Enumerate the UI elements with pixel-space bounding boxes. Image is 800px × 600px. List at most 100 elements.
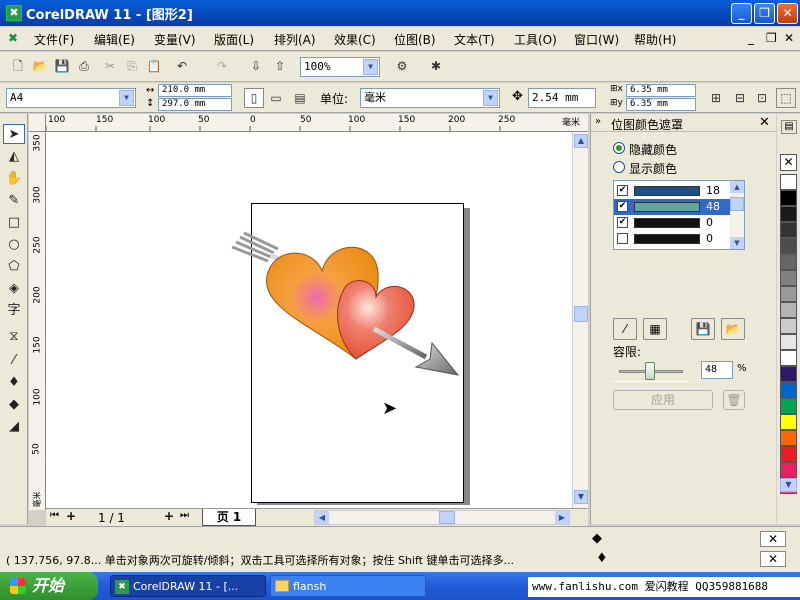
start-button[interactable]: 开始 xyxy=(0,572,98,600)
color-row[interactable]: ✔ 18 xyxy=(614,183,730,199)
menu-tools[interactable]: 工具(O) xyxy=(514,31,557,48)
delete-icon[interactable]: 🗑 xyxy=(723,390,745,410)
shape-tool-icon[interactable]: ◭ xyxy=(3,147,25,167)
vertical-ruler[interactable]: 350 300 250 200 150 100 50 毫米 xyxy=(29,132,46,510)
palette-swatch[interactable] xyxy=(780,366,797,382)
chevron-down-icon[interactable]: ▼ xyxy=(363,59,378,75)
pick-tool-icon[interactable]: ➤ xyxy=(3,124,25,144)
palette-swatch[interactable] xyxy=(780,302,797,318)
text-tool-icon[interactable]: 字 xyxy=(3,301,25,321)
export-icon[interactable]: ⇧ xyxy=(270,56,290,76)
first-page-icon[interactable]: ⏮ xyxy=(50,510,59,521)
nudge-field[interactable]: 2.54 mm xyxy=(528,88,596,108)
list-scroll-down-icon[interactable]: ▼ xyxy=(730,237,744,249)
page-tab[interactable]: 页 1 xyxy=(202,509,256,526)
drawing-canvas[interactable]: ➤ xyxy=(46,132,572,508)
scroll-thumb[interactable] xyxy=(574,306,588,322)
corel-online-icon[interactable]: ✱ xyxy=(426,56,446,76)
landscape-button[interactable]: ▭ xyxy=(266,88,286,108)
palette-scroll-down-icon[interactable]: ▼ xyxy=(780,478,797,492)
palette-swatch[interactable] xyxy=(780,318,797,334)
page-layout-icon[interactable]: ▤ xyxy=(290,88,310,108)
portrait-button[interactable]: ▯ xyxy=(244,88,264,108)
cut-icon[interactable]: ✂ xyxy=(100,56,120,76)
page-height-field[interactable]: 297.0 mm xyxy=(158,98,232,111)
outline-tool-icon[interactable]: ♦ xyxy=(3,373,25,393)
menu-file[interactable]: 文件(F) xyxy=(34,31,74,48)
outline-none-swatch[interactable]: ✕ xyxy=(760,551,786,567)
scroll-left-icon[interactable]: ◀ xyxy=(315,511,329,524)
color-list[interactable]: ✔ 18 ✔ 48 ✔ 0 0 ▲ ▼ xyxy=(613,180,745,250)
duplicate-y-field[interactable]: 6.35 mm xyxy=(626,98,696,111)
eyedropper-button[interactable]: ⁄ xyxy=(613,318,637,340)
import-icon[interactable]: ⇩ xyxy=(246,56,266,76)
menu-bitmaps[interactable]: 位图(B) xyxy=(394,31,436,48)
ellipse-tool-icon[interactable]: ○ xyxy=(3,235,25,255)
palette-swatch[interactable] xyxy=(780,238,797,254)
redo-icon[interactable]: ↷ xyxy=(212,56,232,76)
scroll-up-icon[interactable]: ▲ xyxy=(574,134,588,148)
save-icon[interactable]: 💾 xyxy=(52,56,72,76)
application-launcher-icon[interactable]: ⚙ xyxy=(392,56,412,76)
docker-close-icon[interactable]: ✕ xyxy=(759,115,770,130)
color-row[interactable]: 0 xyxy=(614,231,730,247)
palette-swatch[interactable] xyxy=(780,254,797,270)
open-icon[interactable]: 📂 xyxy=(30,56,50,76)
slider-thumb[interactable] xyxy=(644,362,655,380)
page-size-select[interactable]: A4 ▼ xyxy=(6,88,136,108)
new-icon[interactable]: 🗋 xyxy=(8,56,28,76)
color-row-checkbox[interactable]: ✔ xyxy=(617,185,628,196)
rectangle-tool-icon[interactable]: □ xyxy=(3,213,25,233)
doc-minimize-icon[interactable]: _ xyxy=(748,31,754,45)
palette-swatch[interactable] xyxy=(780,350,797,366)
chevron-down-icon[interactable]: ▼ xyxy=(483,90,498,106)
color-row[interactable]: ✔ 48 xyxy=(614,199,730,215)
freehand-tool-icon[interactable]: ✎ xyxy=(3,191,25,211)
interactive-blend-icon[interactable]: ⧖ xyxy=(3,327,25,347)
task-coreldraw[interactable]: ✖ CorelDRAW 11 - [... xyxy=(110,575,266,597)
close-button[interactable]: ✕ xyxy=(777,3,798,24)
palette-swatch[interactable] xyxy=(780,382,797,398)
no-color-swatch[interactable]: ✕ xyxy=(780,154,797,171)
paste-icon[interactable]: 📋 xyxy=(144,56,164,76)
edit-color-button[interactable]: ▦ xyxy=(643,318,667,340)
tolerance-input[interactable]: 48 xyxy=(701,361,733,379)
restore-button[interactable]: ❐ xyxy=(754,3,775,24)
eyedropper-tool-icon[interactable]: ⁄ xyxy=(3,351,25,371)
list-scroll-thumb[interactable] xyxy=(730,197,744,211)
palette-swatch[interactable] xyxy=(780,190,797,206)
print-icon[interactable]: ⎙ xyxy=(74,56,94,76)
scroll-right-icon[interactable]: ▶ xyxy=(555,511,569,524)
fill-none-swatch[interactable]: ✕ xyxy=(760,531,786,547)
palette-swatch[interactable] xyxy=(780,286,797,302)
scroll-down-icon[interactable]: ▼ xyxy=(574,490,588,504)
horizontal-ruler[interactable]: 100 150 100 50 0 50 100 150 200 250 毫米 xyxy=(46,114,588,132)
show-colors-radio[interactable] xyxy=(613,161,625,173)
palette-swatch[interactable] xyxy=(780,334,797,350)
coreldraw-app-icon[interactable]: ✖ xyxy=(6,5,22,21)
document-icon[interactable]: ✖ xyxy=(8,31,18,45)
menu-window[interactable]: 窗口(W) xyxy=(574,31,619,48)
basic-shapes-icon[interactable]: ◈ xyxy=(3,279,25,299)
tolerance-slider[interactable] xyxy=(613,360,689,382)
snap-grid-icon[interactable]: ⊞ xyxy=(706,88,726,108)
save-mask-button[interactable]: 💾 xyxy=(691,318,715,340)
copy-icon[interactable]: ⎘ xyxy=(122,56,142,76)
palette-swatch[interactable] xyxy=(780,414,797,430)
undo-icon[interactable]: ↶ xyxy=(172,56,192,76)
vertical-scrollbar[interactable]: ▲ ▼ xyxy=(572,132,588,508)
menu-view[interactable]: 变量(V) xyxy=(154,31,196,48)
menu-layout[interactable]: 版面(L) xyxy=(214,31,254,48)
doc-restore-icon[interactable]: ❐ xyxy=(766,31,777,45)
interactive-fill-icon[interactable]: ◢ xyxy=(3,417,25,437)
options-icon[interactable]: ⬚ xyxy=(776,88,796,108)
menu-edit[interactable]: 编辑(E) xyxy=(94,31,135,48)
task-folder[interactable]: flansh xyxy=(270,575,426,597)
menu-arrange[interactable]: 排列(A) xyxy=(274,31,316,48)
palette-menu-icon[interactable]: ▤ xyxy=(781,120,797,134)
palette-swatch[interactable] xyxy=(780,430,797,446)
palette-swatch[interactable] xyxy=(780,174,797,190)
list-scrollbar[interactable]: ▲ ▼ xyxy=(730,181,744,249)
palette-swatch[interactable] xyxy=(780,398,797,414)
menu-effects[interactable]: 效果(C) xyxy=(334,31,376,48)
